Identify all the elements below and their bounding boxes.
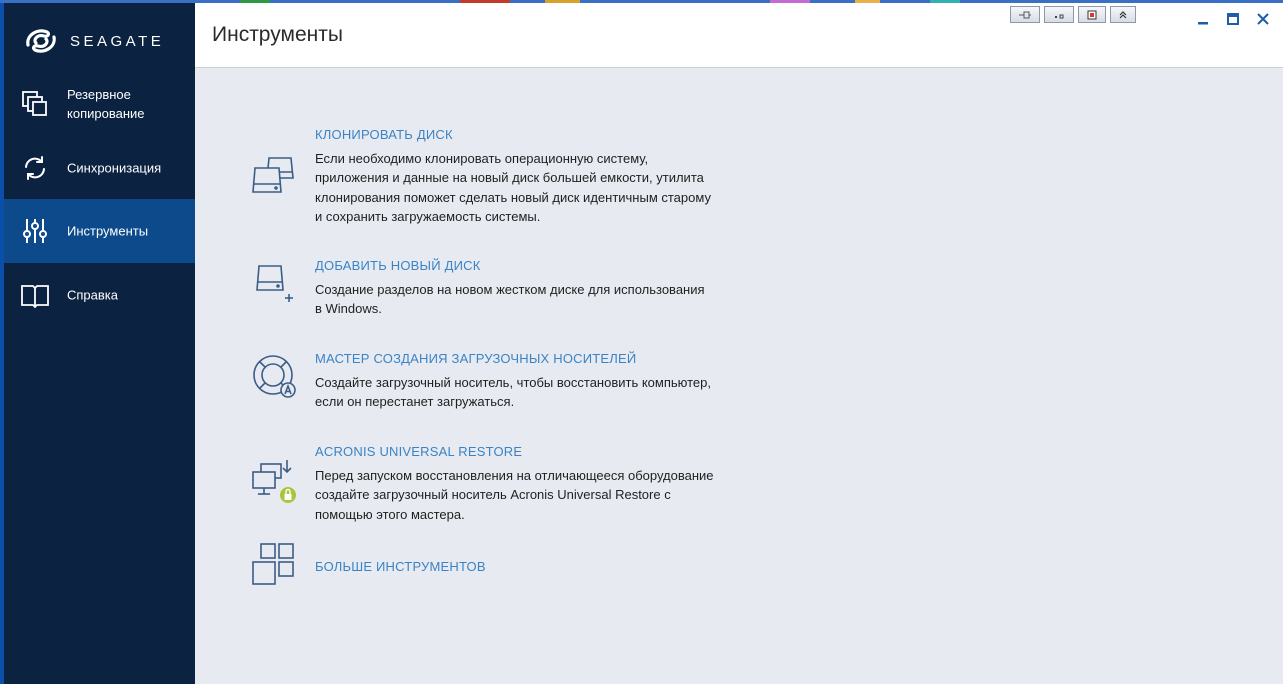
minimize-icon: [1198, 22, 1208, 25]
sidebar-nav: Резервное копирование Синхронизация Инст…: [4, 71, 195, 327]
maximize-button[interactable]: [1225, 11, 1241, 27]
pin-icon: [1019, 11, 1031, 18]
sidebar-item-tools[interactable]: Инструменты: [4, 199, 195, 263]
tool-title-link[interactable]: МАСТЕР СОЗДАНИЯ ЗАГРУЗОЧНЫХ НОСИТЕЛЕЙ: [315, 351, 636, 366]
more-tools-icon: [252, 543, 294, 585]
page-title: Инструменты: [212, 23, 343, 46]
tool-add-disk: ДОБАВИТЬ НОВЫЙ ДИСК Создание разделов на…: [251, 258, 811, 328]
minimize-button[interactable]: [1195, 11, 1211, 27]
sidebar-item-label: Резервное копирование: [67, 87, 145, 121]
tool-universal-restore: ACRONIS UNIVERSAL RESTORE Перед запуском…: [251, 444, 811, 534]
tool-description: Перед запуском восстановления на отличаю…: [315, 468, 714, 522]
tool-title-link[interactable]: КЛОНИРОВАТЬ ДИСК: [315, 127, 453, 142]
sync-icon: [25, 156, 45, 180]
chevron-up-icon: [1119, 10, 1127, 18]
tool-description: Создайте загрузочный носитель, чтобы вос…: [315, 375, 711, 410]
sidebar-item-label: Справка: [67, 287, 118, 303]
sidebar: SEAGATE Резервное копирование Синхрониза…: [4, 3, 195, 684]
sidebar-item-label: Инструменты: [67, 223, 149, 239]
tool-bootable-media: МАСТЕР СОЗДАНИЯ ЗАГРУЗОЧНЫХ НОСИТЕЛЕЙ Со…: [251, 351, 811, 421]
restore-icon: [1055, 14, 1064, 18]
legacy-title-buttons: [1010, 6, 1136, 23]
color-icon: [1087, 10, 1097, 19]
tool-title-link[interactable]: ACRONIS UNIVERSAL RESTORE: [315, 444, 522, 459]
seagate-logo: SEAGATE: [22, 21, 164, 61]
clone-disk-icon: [252, 157, 294, 193]
add-disk-icon: [256, 265, 293, 302]
window-controls: [1195, 11, 1271, 27]
tool-title-link[interactable]: ДОБАВИТЬ НОВЫЙ ДИСК: [315, 258, 480, 273]
logo-text: SEAGATE: [70, 32, 165, 50]
tool-title-link[interactable]: БОЛЬШЕ ИНСТРУМЕНТОВ: [315, 559, 486, 574]
universal-restore-icon: [252, 460, 296, 503]
tool-clone-disk: КЛОНИРОВАТЬ ДИСК Если необходимо клониро…: [251, 127, 811, 227]
close-button[interactable]: [1255, 11, 1271, 27]
tool-description: Если необходимо клонировать операционную…: [315, 151, 711, 224]
book-icon: [21, 285, 49, 309]
tool-more-tools: БОЛЬШЕ ИНСТРУМЕНТОВ: [251, 540, 811, 590]
sidebar-item-sync[interactable]: Синхронизация: [4, 137, 195, 199]
header: Инструменты: [195, 3, 1283, 68]
lifebuoy-icon: [253, 355, 296, 398]
maximize-icon: [1227, 13, 1239, 25]
sidebar-item-backup[interactable]: Резервное копирование: [4, 71, 195, 137]
tool-description: Создание разделов на новом жестком диске…: [315, 282, 705, 317]
tools-icon: [23, 219, 47, 243]
sidebar-item-help[interactable]: Справка: [4, 263, 195, 327]
main-content: Инструменты КЛОНИРОВАТЬ ДИСК Если необхо…: [195, 3, 1283, 684]
rollup-button[interactable]: [1110, 6, 1136, 23]
pin-button[interactable]: [1010, 6, 1040, 23]
restore-button[interactable]: [1044, 6, 1074, 23]
close-icon: [1257, 13, 1269, 25]
backup-icon: [22, 91, 47, 116]
sidebar-item-label: Синхронизация: [67, 160, 162, 176]
color-button[interactable]: [1078, 6, 1106, 23]
seagate-logo-icon: [26, 29, 56, 53]
